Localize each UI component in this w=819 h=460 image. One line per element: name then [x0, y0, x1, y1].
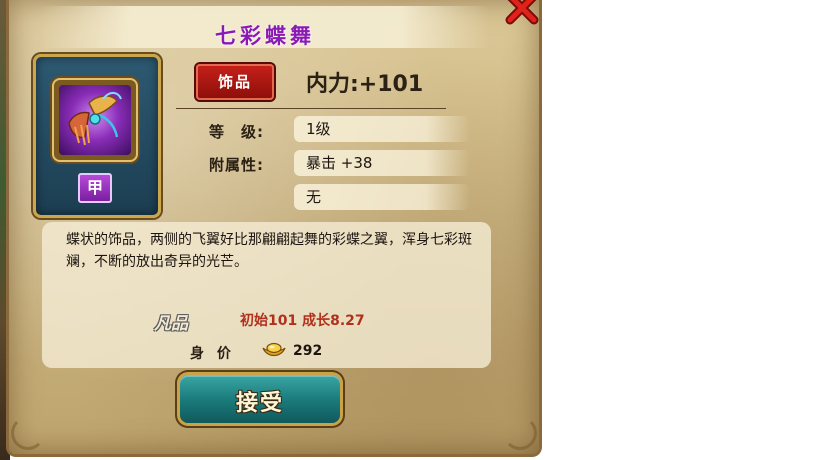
accept-button-label: 接受 — [235, 390, 284, 416]
close-x-icon — [504, 0, 540, 30]
main-stat: 内力:+101 — [306, 72, 424, 97]
level-label: 等 级: — [209, 123, 264, 141]
title-banner: 七彩蝶舞 — [40, 6, 490, 48]
level-value: 1级 — [294, 116, 470, 142]
price-label: 身 价 — [190, 346, 235, 362]
grade-badge: 甲 — [78, 173, 112, 203]
corner-ornament — [503, 416, 537, 450]
item-slot — [54, 80, 136, 160]
item-name-title: 七彩蝶舞 — [215, 23, 315, 48]
item-description: 蝶状的饰品，两侧的飞翼好比那翩翩起舞的彩蝶之翼，浑身七彩斑斓，不断的放出奇异的光… — [66, 232, 472, 270]
accept-button[interactable]: 接受 — [180, 375, 340, 423]
gold-ingot-icon — [261, 340, 287, 360]
bonus-attribute-value-2: 无 — [294, 184, 470, 210]
rarity-label: 凡品 — [154, 314, 188, 334]
corner-ornament — [11, 416, 45, 450]
price-value: 292 — [293, 343, 323, 359]
item-icon-frame: 甲 — [33, 54, 161, 218]
growth-stats: 初始101 成长8.27 — [240, 313, 365, 329]
bonus-attribute-label: 附属性: — [209, 156, 264, 174]
stat-divider — [176, 108, 446, 109]
close-button[interactable] — [504, 0, 540, 26]
butterfly-ornament-icon — [59, 85, 131, 155]
item-type-tag: 饰品 — [196, 64, 274, 100]
bonus-attribute-value-1: 暴击 +38 — [294, 150, 470, 176]
